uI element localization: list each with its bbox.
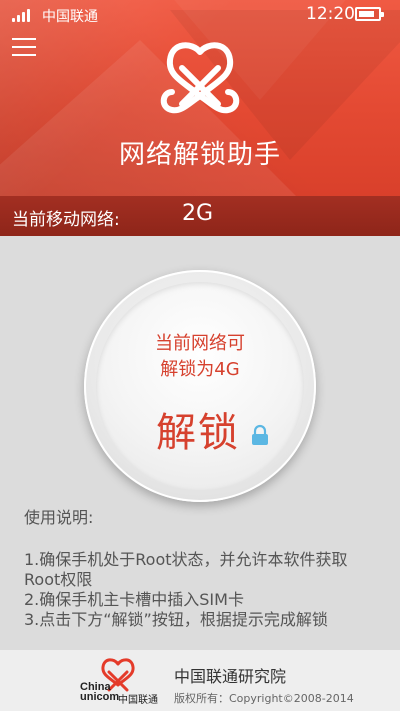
page-title: 网络解锁助手 [118,140,281,170]
footer: China unicom 中国联通 中国联通研究院 版权所有：Copyright… [0,650,400,711]
instructions: 使用说明: 1.确保手机处于Root状态，并允许本软件获取Root权限 2.确保… [24,508,380,630]
instruction-item: 2.确保手机主卡槽中插入SIM卡 [24,590,244,609]
unlock-button[interactable]: 当前网络可 解锁为4G 解锁 [84,270,316,502]
unlock-button-face: 当前网络可 解锁为4G 解锁 [96,282,304,490]
unlock-status-line1: 当前网络可 [155,333,245,354]
main-content: 当前网络可 解锁为4G 解锁 使用说明: 1.确保手机处于Root状态，并允许本… [0,236,400,650]
carrier-name: 中国联通 [42,9,98,25]
unlock-button-label: 解锁 [156,410,240,456]
lock-icon [252,424,268,445]
china-unicom-knot-icon [160,42,240,114]
network-label: 当前移动网络: [12,210,120,230]
footer-brand-en: China unicom [80,682,120,703]
network-status-bar: 当前移动网络: 2G [0,196,400,236]
footer-brand-cn: 中国联通 [118,695,158,706]
instruction-item: 3.点击下方“解锁”按钮，根据提示完成解锁 [24,610,328,629]
battery-level [359,11,374,17]
header: 中国联通 12:20 网络解锁助手 [0,0,400,196]
footer-brand-en-line2: unicom [80,691,120,703]
signal-icon [12,8,32,22]
instructions-title: 使用说明: [24,508,94,527]
footer-org-name: 中国联通研究院 [174,667,287,686]
instruction-item: 1.确保手机处于Root状态，并允许本软件获取Root权限 [24,550,348,589]
footer-copyright: 版权所有：Copyright©2008-2014 [174,692,354,705]
unlock-status-line2: 解锁为4G [160,359,240,380]
status-time: 12:20 [306,4,355,24]
status-bar: 中国联通 12:20 [0,0,400,30]
network-value: 2G [182,201,214,226]
hamburger-menu-icon[interactable] [12,38,36,56]
battery-icon [355,7,384,21]
